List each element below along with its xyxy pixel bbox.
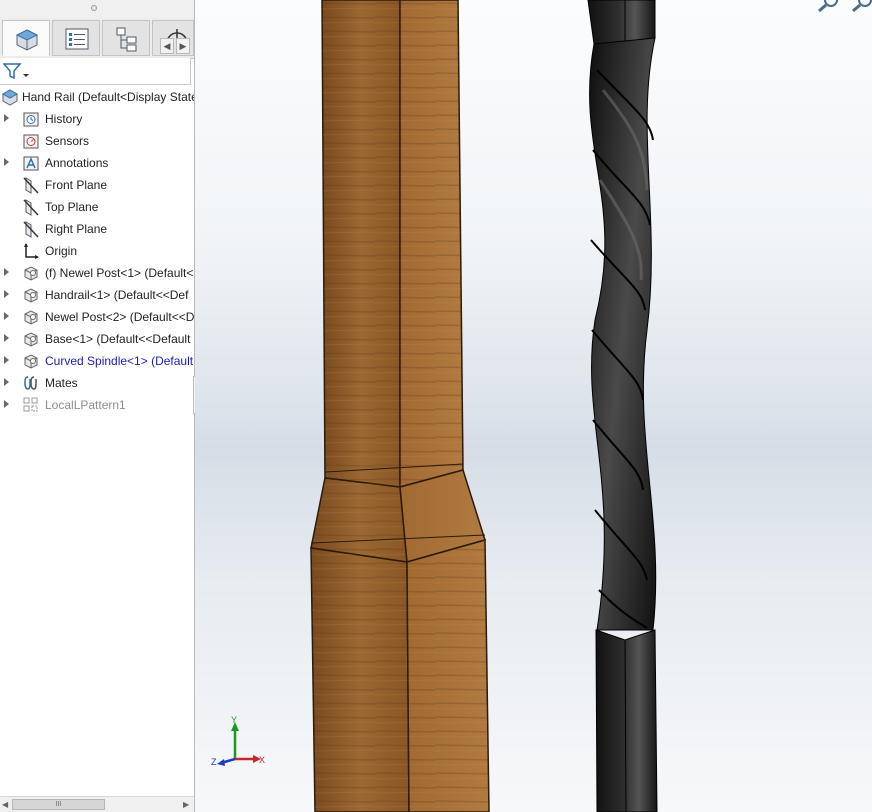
tree-item-history[interactable]: History	[0, 108, 194, 130]
panel-horizontal-scrollbar[interactable]: ◀ III ▶	[0, 796, 194, 812]
scroll-left-icon[interactable]: ◀	[2, 800, 8, 809]
heads-up-view-icons[interactable]	[818, 0, 872, 13]
annotation-icon	[23, 156, 39, 171]
tree-item-local-pattern[interactable]: LocalLPattern1	[0, 394, 194, 416]
expand-arrow-icon[interactable]	[4, 268, 9, 276]
tree-item-label: Curved Spindle<1> (Default	[45, 354, 194, 368]
tree-item-label: Handrail<1> (Default<<Def	[45, 288, 189, 302]
tree-item-annotations[interactable]: Annotations	[0, 152, 194, 174]
filter-icon[interactable]	[3, 63, 29, 79]
expand-arrow-icon[interactable]	[4, 114, 9, 122]
tab-scroll-left-icon[interactable]: ◀	[160, 38, 174, 54]
property-list-icon	[65, 28, 89, 50]
part-icon	[24, 266, 38, 281]
zoom-to-area-icon[interactable]	[852, 0, 872, 13]
tree-item-label: Front Plane	[45, 178, 108, 192]
propertymanager-tab[interactable]	[52, 20, 100, 56]
featuremanager-tab[interactable]	[2, 20, 50, 56]
assembly-icon	[1, 89, 19, 106]
history-icon	[23, 112, 39, 127]
expand-arrow-icon[interactable]	[4, 312, 9, 320]
tree-item-newel-post-2[interactable]: Newel Post<2> (Default<<D	[0, 306, 194, 328]
configuration-icon	[116, 27, 137, 52]
curved-spindle[interactable]	[587, 0, 658, 812]
plane-icon	[23, 199, 39, 216]
model-scene[interactable]: Y X Z	[195, 0, 872, 812]
tree-item-curved-spindle-1[interactable]: Curved Spindle<1> (Default	[0, 350, 194, 372]
expand-arrow-icon[interactable]	[4, 334, 9, 342]
triad-z-label: Z	[211, 757, 217, 767]
expand-arrow-icon[interactable]	[4, 356, 9, 364]
triad-y-label: Y	[231, 715, 237, 725]
reference-triad: Y X Z	[211, 715, 265, 767]
tree-item-label: LocalLPattern1	[45, 398, 126, 412]
feature-manager-panel: ◀ ▶ Hand Rail (Default<Display State His…	[0, 0, 195, 812]
tree-item-handrail-1[interactable]: Handrail<1> (Default<<Def	[0, 284, 194, 306]
tree-item-label: History	[45, 112, 83, 126]
tree-item-origin[interactable]: Origin	[0, 240, 194, 262]
tree-item-right-plane[interactable]: Right Plane	[0, 218, 194, 240]
part-icon	[24, 354, 38, 369]
part-icon	[24, 310, 38, 325]
tree-item-label: Mates	[45, 376, 78, 390]
expand-arrow-icon[interactable]	[4, 158, 9, 166]
sensor-icon	[23, 134, 39, 149]
part-icon	[24, 332, 38, 347]
tree-root-label: Hand Rail (Default<Display State	[22, 90, 195, 104]
zoom-to-fit-icon[interactable]	[818, 0, 838, 13]
part-icon	[24, 288, 38, 303]
tree-item-label: Right Plane	[45, 222, 108, 236]
tree-item-newel-post-1[interactable]: (f) Newel Post<1> (Default<	[0, 262, 194, 284]
tree-item-label: Base<1> (Default<<Default	[45, 332, 191, 346]
newel-post[interactable]	[310, 0, 490, 812]
tree-root-hand-rail[interactable]: Hand Rail (Default<Display State	[0, 86, 194, 108]
expand-arrow-icon[interactable]	[4, 400, 9, 408]
tree-item-label: (f) Newel Post<1> (Default<	[45, 266, 194, 280]
tree-item-label: Origin	[45, 244, 78, 258]
pattern-icon	[23, 397, 38, 412]
tree-item-sensors[interactable]: Sensors	[0, 130, 194, 152]
plane-icon	[23, 177, 39, 194]
origin-icon	[24, 243, 39, 259]
tree-filter[interactable]	[0, 58, 191, 85]
tab-scroll: ◀ ▶	[160, 38, 192, 54]
tree-item-top-plane[interactable]: Top Plane	[0, 196, 194, 218]
plane-icon	[23, 221, 39, 238]
panel-grip-dot[interactable]	[91, 5, 97, 11]
tree-item-label: Top Plane	[45, 200, 99, 214]
panel-grip[interactable]	[0, 0, 194, 18]
assembly-icon	[15, 29, 39, 51]
expand-arrow-icon[interactable]	[4, 378, 9, 386]
tree-item-label: Annotations	[45, 156, 109, 170]
manager-tabs: ◀ ▶	[0, 18, 194, 59]
tree-item-label: Sensors	[45, 134, 90, 148]
scroll-right-icon[interactable]: ▶	[183, 800, 189, 809]
tree-item-label: Newel Post<2> (Default<<D	[45, 310, 195, 324]
configurationmanager-tab[interactable]	[102, 20, 150, 56]
tree-item-base-1[interactable]: Base<1> (Default<<Default	[0, 328, 194, 350]
graphics-viewport[interactable]: Y X Z	[195, 0, 872, 812]
expand-arrow-icon[interactable]	[4, 290, 9, 298]
tab-scroll-right-icon[interactable]: ▶	[176, 38, 190, 54]
mates-icon	[24, 376, 37, 390]
tree-item-front-plane[interactable]: Front Plane	[0, 174, 194, 196]
triad-x-label: X	[259, 755, 265, 765]
tree-item-mates[interactable]: Mates	[0, 372, 194, 394]
scrollbar-thumb[interactable]: III	[12, 799, 105, 810]
